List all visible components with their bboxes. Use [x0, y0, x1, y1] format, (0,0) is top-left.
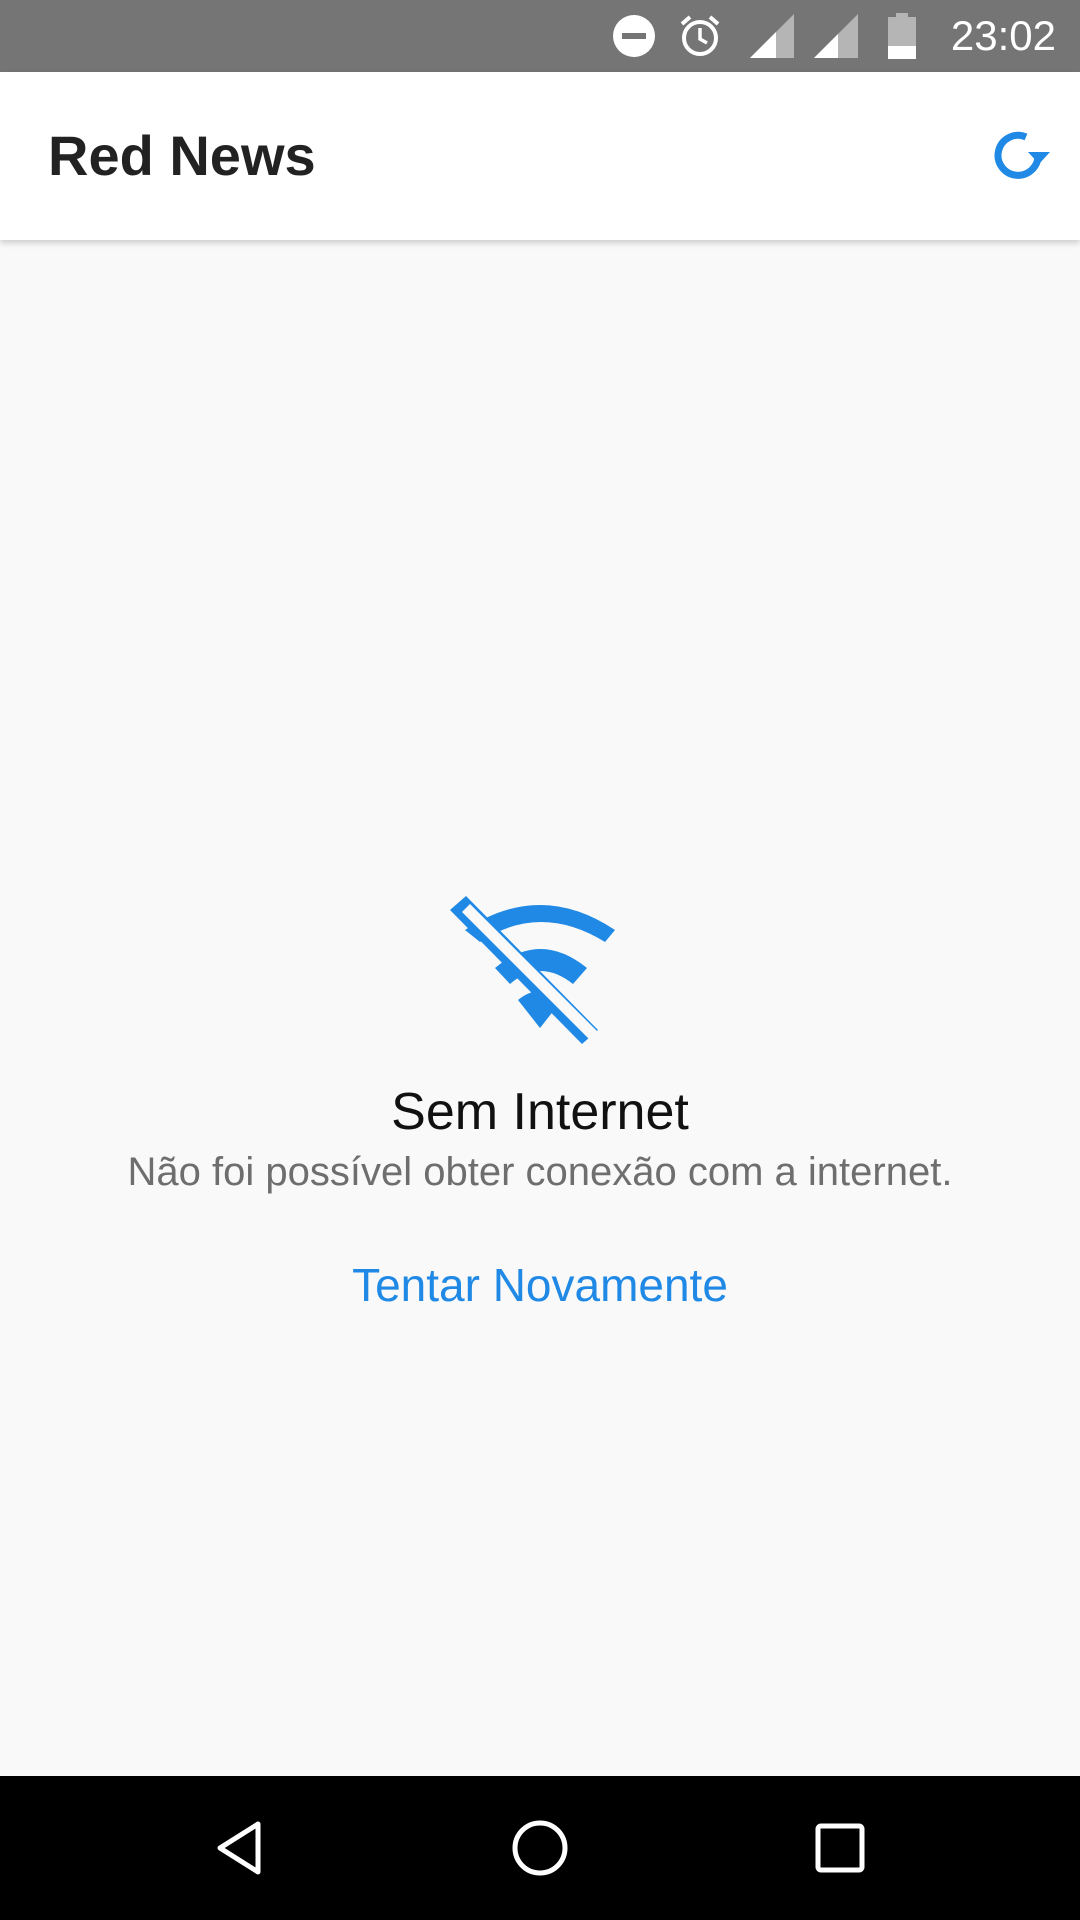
recents-icon — [815, 1823, 865, 1873]
main-content: Sem Internet Não foi possível obter cone… — [0, 240, 1080, 1776]
alarm-icon — [680, 15, 720, 56]
refresh-button[interactable] — [984, 120, 1056, 192]
retry-button[interactable]: Tentar Novamente — [290, 1250, 790, 1320]
back-icon — [217, 1821, 261, 1875]
error-title: Sem Internet — [391, 1083, 689, 1141]
do-not-disturb-icon — [613, 15, 655, 57]
recents-button[interactable] — [804, 1812, 876, 1884]
home-button[interactable] — [504, 1812, 576, 1884]
status-bar: 23:02 — [0, 0, 1080, 72]
navigation-bar — [0, 1776, 1080, 1920]
app-title: Red News — [48, 124, 316, 187]
wifi-off-icon — [450, 896, 615, 1050]
signal-icon — [750, 14, 794, 58]
signal-icon — [814, 14, 858, 58]
refresh-icon — [994, 131, 1050, 179]
app-bar: Red News — [0, 72, 1080, 240]
back-button[interactable] — [204, 1812, 276, 1884]
home-icon — [512, 1820, 568, 1876]
status-time: 23:02 — [950, 12, 1056, 59]
battery-icon — [888, 13, 916, 59]
error-message: Não foi possível obter conexão com a int… — [127, 1150, 953, 1194]
